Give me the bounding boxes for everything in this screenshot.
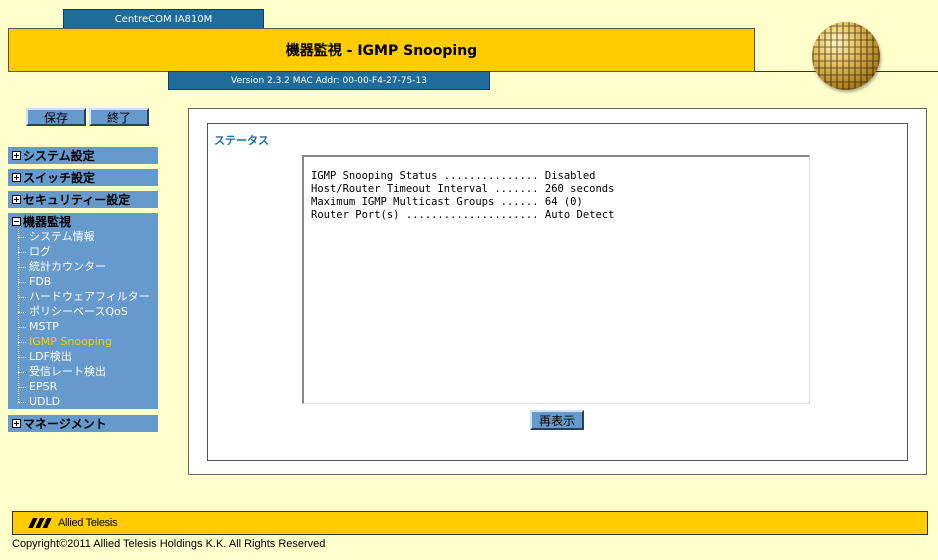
globe-logo-icon [812,22,880,90]
sidebar-item-label: マネージメント [23,417,107,431]
page-title: 機器監視 - IGMP Snooping [8,28,755,72]
allied-telesis-logo-icon [27,518,55,528]
save-button[interactable]: 保存 [26,108,86,126]
sidebar-item-switch-settings[interactable]: スイッチ設定 [8,169,158,186]
collapse-minus-icon [12,216,21,226]
status-line: Host/Router Timeout Interval ....... 260… [311,183,615,195]
expand-plus-icon [12,419,21,428]
refresh-button[interactable]: 再表示 [530,410,584,430]
submenu-item-system-info[interactable]: システム情報 [17,229,158,244]
sidebar-item-label: スイッチ設定 [23,171,96,185]
monitoring-submenu: システム情報 ログ 統計カウンター FDB ハードウェアフィルター ポリシーベー… [17,229,158,409]
status-line: Router Port(s) ..................... Aut… [311,209,615,221]
submenu-item-hardware-filter[interactable]: ハードウェアフィルター [17,289,158,304]
exit-button[interactable]: 終了 [89,108,149,126]
status-line: IGMP Snooping Status ............... Dis… [311,170,596,182]
section-title: ステータス [214,134,269,147]
expand-plus-icon [12,173,21,182]
version-info: Version 2.3.2 MAC Addr: 00-00-F4-27-75-1… [168,71,490,90]
sidebar-item-monitoring[interactable]: 機器監視 [8,213,158,229]
copyright-text: Copyright©2011 Allied Telesis Holdings K… [12,538,326,550]
sidebar-item-label: システム設定 [23,149,95,163]
brand-name: Allied Telesis [58,517,118,529]
device-name-tab: CentreCOM IA810M [63,9,264,29]
sidebar-item-management[interactable]: マネージメント [8,415,158,432]
submenu-item-igmp-snooping[interactable]: IGMP Snooping [17,334,158,349]
submenu-item-udld[interactable]: UDLD [17,394,158,409]
submenu-item-stats-counter[interactable]: 統計カウンター [17,259,158,274]
status-line: Maximum IGMP Multicast Groups ...... 64 … [311,196,583,208]
submenu-item-fdb[interactable]: FDB [17,274,158,289]
submenu-item-ldf[interactable]: LDF検出 [17,349,158,364]
footer-bar: Allied Telesis [12,511,928,535]
sidebar-group-monitoring: 機器監視 システム情報 ログ 統計カウンター FDB ハードウェアフィルター ポ… [8,213,158,409]
submenu-item-epsr[interactable]: EPSR [17,379,158,394]
submenu-item-log[interactable]: ログ [17,244,158,259]
submenu-item-mstp[interactable]: MSTP [17,319,158,334]
status-output-box[interactable]: IGMP Snooping Status ............... Dis… [302,155,810,404]
sidebar-item-system-settings[interactable]: システム設定 [8,147,158,164]
expand-plus-icon [12,195,21,204]
sidebar-item-label: 機器監視 [23,214,72,229]
sidebar-item-security-settings[interactable]: セキュリティー設定 [8,191,158,208]
submenu-item-policy-qos[interactable]: ポリシーベースQoS [17,304,158,319]
submenu-item-rx-rate[interactable]: 受信レート検出 [17,364,158,379]
sidebar-item-label: セキュリティー設定 [23,193,131,207]
expand-plus-icon [12,151,21,160]
